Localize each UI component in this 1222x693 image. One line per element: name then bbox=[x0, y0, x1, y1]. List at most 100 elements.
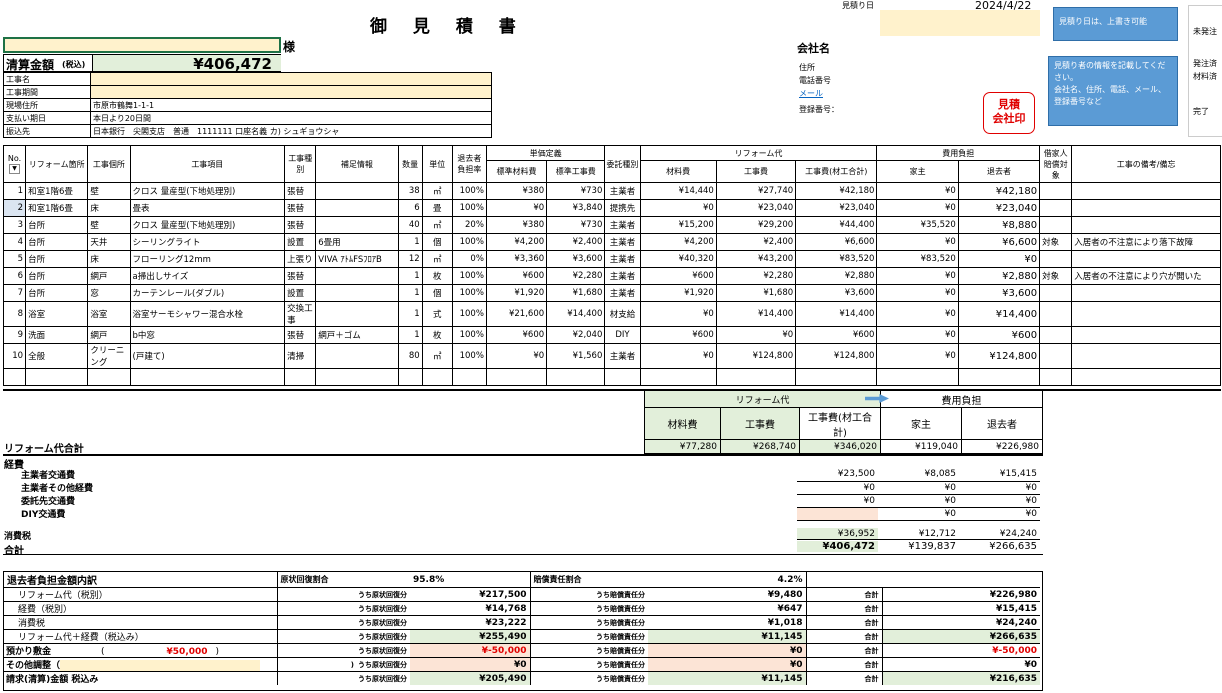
cell-slab[interactable]: ¥730 bbox=[546, 216, 606, 234]
col-commission[interactable]: 委託種別 bbox=[604, 145, 641, 183]
cell-loc[interactable]: 台所 bbox=[25, 216, 89, 234]
cell-ins[interactable] bbox=[1039, 250, 1073, 268]
cell-part[interactable]: 天井 bbox=[87, 233, 131, 251]
cell-qty[interactable]: 1 bbox=[397, 284, 423, 302]
expense-tot[interactable]: ¥0 bbox=[797, 481, 878, 495]
cell-tot[interactable]: ¥23,040 bbox=[795, 199, 878, 217]
cell-no[interactable]: 5 bbox=[2, 250, 27, 268]
email-link[interactable]: メール bbox=[799, 88, 823, 99]
table-row[interactable]: 10 全般 クリーニング (戸建て) 清掃 80 ㎡ 100% ¥0 ¥1,560 主業者 ¥0 ¥12… bbox=[2, 343, 1221, 369]
expense-own[interactable]: ¥0 bbox=[878, 494, 959, 508]
cell-item[interactable]: 浴室サーモシャワー混合水栓 bbox=[129, 301, 286, 327]
cell-item[interactable]: 畳表 bbox=[129, 199, 286, 217]
cell-smat[interactable]: ¥600 bbox=[485, 267, 548, 285]
cell-slab[interactable]: ¥2,280 bbox=[546, 267, 606, 285]
cell-tot[interactable]: ¥42,180 bbox=[795, 182, 878, 200]
cell-extra[interactable]: 網戸＋ゴム bbox=[315, 326, 399, 344]
cell-ten[interactable]: ¥600 bbox=[957, 326, 1041, 344]
cell-no[interactable]: 2 bbox=[2, 199, 27, 217]
cell-rem[interactable]: 入居者の不注意により穴が開いた bbox=[1071, 267, 1221, 285]
cell-com[interactable]: 主業者 bbox=[604, 233, 641, 251]
cell-com[interactable]: 提携先 bbox=[604, 199, 641, 217]
cell-ten[interactable]: ¥2,880 bbox=[957, 267, 1041, 285]
cell-ten[interactable]: ¥6,600 bbox=[957, 233, 1041, 251]
cell-type[interactable]: 張替 bbox=[284, 216, 317, 234]
cell-smat[interactable]: ¥380 bbox=[485, 182, 548, 200]
status-unordered[interactable]: 未発注 bbox=[1193, 26, 1217, 37]
cell-type[interactable]: 上張り bbox=[284, 250, 317, 268]
col-std-material[interactable]: 標準材料費 bbox=[485, 160, 548, 183]
cell-com[interactable]: DIY bbox=[604, 326, 641, 344]
cell-extra[interactable] bbox=[315, 301, 399, 327]
cell-unit[interactable]: ㎡ bbox=[421, 182, 453, 200]
cell-loc[interactable]: 台所 bbox=[25, 250, 89, 268]
breakdown-row[interactable]: 消費税 うち原状回復分 ¥23,222 うち賠償責任分 ¥1,018 合計 ¥24,240 bbox=[4, 615, 1040, 630]
filter-icon[interactable]: ▼ bbox=[9, 164, 21, 174]
col-labor[interactable]: 工事費 bbox=[715, 160, 797, 183]
cell-smat[interactable]: ¥0 bbox=[485, 199, 548, 217]
cell-lab[interactable]: ¥0 bbox=[715, 326, 797, 344]
cell-mat[interactable]: ¥14,440 bbox=[639, 182, 717, 200]
cell-lab[interactable]: ¥1,680 bbox=[715, 284, 797, 302]
cell-smat[interactable]: ¥3,360 bbox=[485, 250, 548, 268]
col-type[interactable]: 工事種別 bbox=[284, 145, 317, 183]
cell-loc[interactable]: 台所 bbox=[25, 284, 89, 302]
cell-part[interactable]: 窓 bbox=[87, 284, 131, 302]
cell-no[interactable]: 7 bbox=[2, 284, 27, 302]
cell-no[interactable]: 1 bbox=[2, 182, 27, 200]
cell-item[interactable]: クロス 量産型(下地処理別) bbox=[129, 216, 286, 234]
table-row[interactable]: 2 和室1階6畳床畳表 張替 6 畳 100% ¥0 ¥3,840 提携先 ¥0 ¥23,040 ¥2… bbox=[2, 199, 1221, 217]
breakdown-row[interactable]: リフォーム代＋経費（税込み） うち原状回復分 ¥255,490 うち賠償責任分 ¥11,… bbox=[4, 629, 1040, 644]
cell-com[interactable]: 主業者 bbox=[604, 182, 641, 200]
cell-ratio[interactable]: 0% bbox=[451, 250, 487, 268]
cell-ratio[interactable]: 100% bbox=[451, 233, 487, 251]
cell-ins[interactable]: 対象 bbox=[1039, 267, 1073, 285]
cell-part[interactable]: 床 bbox=[87, 250, 131, 268]
cell-tot[interactable]: ¥2,880 bbox=[795, 267, 878, 285]
cell-qty[interactable]: 1 bbox=[397, 233, 423, 251]
cell-com[interactable]: 主業者 bbox=[604, 250, 641, 268]
expense-tot[interactable]: ¥23,500 bbox=[797, 468, 878, 482]
expense-ten[interactable]: ¥0 bbox=[959, 507, 1040, 521]
cell-ten[interactable]: ¥42,180 bbox=[957, 182, 1041, 200]
cell-ins[interactable] bbox=[1039, 199, 1073, 217]
table-row[interactable]: 3 台所壁クロス 量産型(下地処理別) 張替 40 ㎡ 20% ¥380 ¥730 主業者 ¥15… bbox=[2, 216, 1221, 234]
cell-no[interactable]: 6 bbox=[2, 267, 27, 285]
col-location[interactable]: リフォーム箇所 bbox=[25, 145, 89, 183]
cell-qty[interactable]: 12 bbox=[397, 250, 423, 268]
cell-own[interactable]: ¥35,520 bbox=[876, 216, 959, 234]
cell-own[interactable]: ¥0 bbox=[876, 326, 959, 344]
cell-lab[interactable]: ¥27,740 bbox=[715, 182, 797, 200]
col-ratio[interactable]: 退去者負担率 bbox=[451, 145, 487, 183]
cell-com[interactable]: 主業者 bbox=[604, 267, 641, 285]
cell-rem[interactable]: 入居者の不注意により落下故障 bbox=[1071, 233, 1221, 251]
cell-smat[interactable]: ¥21,600 bbox=[485, 301, 548, 327]
cell-extra[interactable] bbox=[315, 182, 399, 200]
cell-item[interactable]: クロス 量産型(下地処理別) bbox=[129, 182, 286, 200]
cell-slab[interactable]: ¥1,560 bbox=[546, 343, 606, 369]
cell-ratio[interactable]: 100% bbox=[451, 199, 487, 217]
cell-mat[interactable]: ¥0 bbox=[639, 199, 717, 217]
cell-mat[interactable]: ¥1,920 bbox=[639, 284, 717, 302]
col-material[interactable]: 材料費 bbox=[639, 160, 717, 183]
cell-unit[interactable]: 枚 bbox=[421, 267, 453, 285]
cell-loc[interactable]: 台所 bbox=[25, 233, 89, 251]
cell-type[interactable]: 張替 bbox=[284, 326, 317, 344]
cell-item[interactable]: (戸建て) bbox=[129, 343, 286, 369]
cell-rem[interactable] bbox=[1071, 343, 1221, 369]
cell-extra[interactable]: 6畳用 bbox=[315, 233, 399, 251]
table-row[interactable]: 4 台所 天井 シーリングライト 設置 6畳用 1 個 100% ¥4,200 ¥2,400 主業者 ¥… bbox=[2, 233, 1221, 251]
table-row[interactable]: 7 台所窓カーテンレール(ダブル) 設置 1 個 100% ¥1,920 ¥1,680 主業者 ¥… bbox=[2, 284, 1221, 302]
cell-ratio[interactable]: 100% bbox=[451, 284, 487, 302]
col-part[interactable]: 工事個所 bbox=[87, 145, 131, 183]
cell-tot[interactable]: ¥83,520 bbox=[795, 250, 878, 268]
col-insurance[interactable]: 借家人賠償対象 bbox=[1039, 145, 1073, 183]
project-period-value[interactable] bbox=[90, 85, 492, 99]
cell-smat[interactable]: ¥380 bbox=[485, 216, 548, 234]
cell-qty[interactable]: 38 bbox=[397, 182, 423, 200]
cell-loc[interactable]: 全般 bbox=[25, 343, 89, 369]
cell-slab[interactable]: ¥3,840 bbox=[546, 199, 606, 217]
cell-part[interactable]: 浴室 bbox=[87, 301, 131, 327]
table-row[interactable]: 6 台所 網戸 a掃出しサイズ 張替 1 枚 100% ¥600 ¥2,280 主業者 ¥600 ¥2,… bbox=[2, 267, 1221, 285]
cell-type[interactable]: 設置 bbox=[284, 233, 317, 251]
